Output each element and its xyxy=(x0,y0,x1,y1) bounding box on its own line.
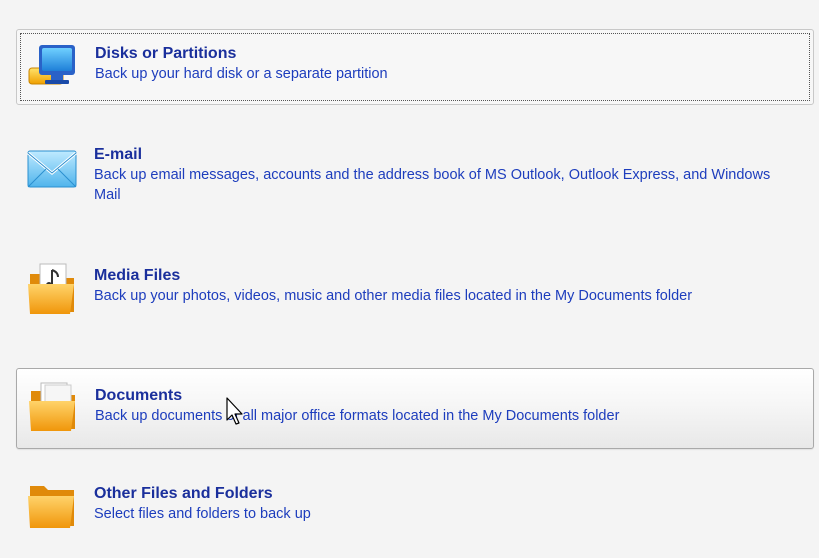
option-description: Select files and folders to back up xyxy=(94,506,311,522)
option-media-files[interactable]: Media Files Back up your photos, videos,… xyxy=(16,254,814,344)
option-email[interactable]: E-mail Back up email messages, accounts … xyxy=(16,133,814,223)
envelope-icon xyxy=(26,145,82,193)
monitor-icon xyxy=(27,42,83,90)
option-disks-or-partitions[interactable]: Disks or Partitions Back up your hard di… xyxy=(16,29,814,105)
option-documents[interactable]: Documents Back up documents of all major… xyxy=(16,368,814,449)
documents-folder-icon xyxy=(27,379,83,431)
option-other-files-and-folders[interactable]: Other Files and Folders Select files and… xyxy=(16,474,814,542)
option-title: E-mail xyxy=(94,146,143,163)
option-description: Back up your hard disk or a separate par… xyxy=(95,66,388,82)
media-folder-icon xyxy=(26,258,82,314)
folder-icon xyxy=(26,480,82,528)
option-title: Other Files and Folders xyxy=(94,485,273,502)
option-description: Back up your photos, videos, music and o… xyxy=(94,288,693,304)
option-title: Documents xyxy=(95,387,183,404)
option-title: Media Files xyxy=(94,267,181,284)
option-description: Back up documents of all major office fo… xyxy=(95,408,620,424)
option-title: Disks or Partitions xyxy=(95,45,237,62)
option-description: Back up email messages, accounts and the… xyxy=(94,167,771,203)
mouse-cursor-icon xyxy=(226,397,248,427)
